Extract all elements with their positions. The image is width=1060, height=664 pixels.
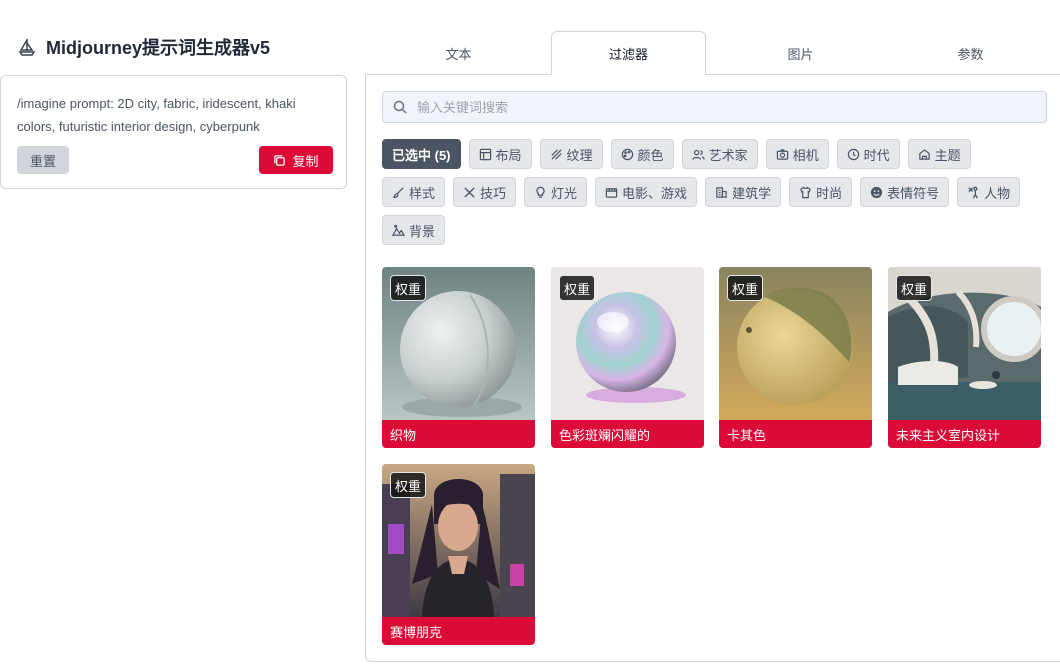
- filter-chips: 已选中 (5) 布局 纹理 颜色 艺术家 相机 时代 主题 样式 技巧 灯光 电…: [382, 139, 1052, 253]
- smile-icon: [871, 186, 883, 198]
- chip-technique[interactable]: 技巧: [453, 177, 517, 207]
- card-label: 织物: [382, 420, 535, 448]
- chip-label: 颜色: [637, 147, 664, 163]
- chip-label: 背景: [409, 223, 436, 239]
- tab-image[interactable]: 图片: [723, 31, 878, 75]
- copy-icon: [274, 154, 286, 166]
- chip-fashion[interactable]: 时尚: [789, 177, 853, 207]
- weight-badge[interactable]: 权重: [896, 275, 933, 301]
- chip-lighting[interactable]: 灯光: [524, 177, 588, 207]
- app-header: Midjourney提示词生成器v5: [16, 34, 270, 60]
- chip-label: 时尚: [816, 185, 843, 201]
- chip-layout[interactable]: 布局: [468, 139, 532, 169]
- copy-button[interactable]: 复制: [259, 146, 333, 174]
- tab-text[interactable]: 文本: [381, 31, 536, 75]
- tab-filter[interactable]: 过滤器: [551, 31, 706, 75]
- chip-label: 灯光: [551, 185, 578, 201]
- chip-label: 建筑学: [732, 185, 772, 201]
- reset-button[interactable]: 重置: [17, 146, 69, 174]
- card-iridescent[interactable]: 权重 色彩斑斓闪耀的: [551, 267, 704, 448]
- chip-color[interactable]: 颜色: [610, 139, 674, 169]
- texture-icon: [550, 148, 562, 160]
- chip-film-game[interactable]: 电影、游戏: [595, 177, 698, 207]
- chip-label: 样式: [409, 185, 436, 201]
- card-label: 色彩斑斓闪耀的: [551, 420, 704, 448]
- bulb-icon: [536, 186, 545, 198]
- palette-icon: [621, 148, 633, 160]
- chip-label: 技巧: [480, 185, 507, 201]
- search-icon: [393, 100, 407, 114]
- weight-badge[interactable]: 权重: [559, 275, 596, 301]
- card-label: 未来主义室内设计: [888, 420, 1041, 448]
- card-cyberpunk[interactable]: 权重 赛博朋克: [382, 464, 535, 645]
- tools-icon: [464, 186, 475, 198]
- chip-person[interactable]: 人物: [957, 177, 1021, 207]
- users-icon: [691, 149, 705, 160]
- clock-icon: [847, 148, 859, 160]
- chip-era[interactable]: 时代: [836, 139, 900, 169]
- weight-badge[interactable]: 权重: [390, 275, 427, 301]
- filter-panel: 已选中 (5) 布局 纹理 颜色 艺术家 相机: [365, 74, 1060, 662]
- card-futuristic-interior[interactable]: 权重 未来主义室内设计: [888, 267, 1041, 448]
- mountain-icon: [392, 224, 405, 236]
- chip-emoji[interactable]: 表情符号: [860, 177, 950, 207]
- prompt-output[interactable]: /imagine prompt: 2D city, fabric, irides…: [17, 92, 333, 138]
- building-icon: [716, 186, 727, 198]
- search-input[interactable]: [415, 98, 1019, 116]
- chip-artist[interactable]: 艺术家: [681, 139, 758, 169]
- chip-label: 电影、游戏: [622, 185, 688, 201]
- theme-icon: [918, 148, 930, 160]
- chip-camera[interactable]: 相机: [765, 139, 829, 169]
- chip-background[interactable]: 背景: [382, 215, 446, 245]
- camera-icon: [776, 148, 788, 160]
- chip-style[interactable]: 样式: [382, 177, 446, 207]
- chip-selected[interactable]: 已选中 (5): [382, 139, 461, 169]
- card-label: 赛博朋克: [382, 617, 535, 645]
- chip-label: 纹理: [566, 147, 593, 163]
- prompt-card: /imagine prompt: 2D city, fabric, irides…: [0, 75, 347, 189]
- search-box: [382, 91, 1047, 123]
- sailboat-icon: [16, 36, 38, 58]
- app-title: Midjourney提示词生成器v5: [46, 38, 271, 58]
- weight-badge[interactable]: 权重: [727, 275, 764, 301]
- chip-label: 表情符号: [887, 185, 940, 201]
- film-icon: [605, 187, 618, 198]
- layout-icon: [479, 148, 491, 160]
- card-khaki[interactable]: 权重 卡其色: [719, 267, 872, 448]
- chip-theme[interactable]: 主题: [907, 139, 971, 169]
- card-fabric[interactable]: 权重 织物: [382, 267, 535, 448]
- chip-label: 艺术家: [708, 147, 748, 163]
- copy-button-label: 复制: [292, 153, 319, 169]
- chip-label: 布局: [495, 147, 522, 163]
- chip-label: 主题: [934, 147, 961, 163]
- weight-badge[interactable]: 权重: [390, 472, 427, 498]
- chip-architecture[interactable]: 建筑学: [705, 177, 782, 207]
- shirt-icon: [800, 185, 811, 198]
- tab-params[interactable]: 参数: [893, 31, 1048, 75]
- brush-icon: [392, 186, 404, 198]
- chip-label: 相机: [792, 147, 819, 163]
- tab-bar: 文本 过滤器 图片 参数: [366, 31, 1060, 75]
- person-icon: [968, 186, 978, 198]
- chip-label: 时代: [863, 147, 890, 163]
- chip-texture[interactable]: 纹理: [539, 139, 603, 169]
- card-label: 卡其色: [719, 420, 872, 448]
- chip-label: 人物: [984, 185, 1011, 201]
